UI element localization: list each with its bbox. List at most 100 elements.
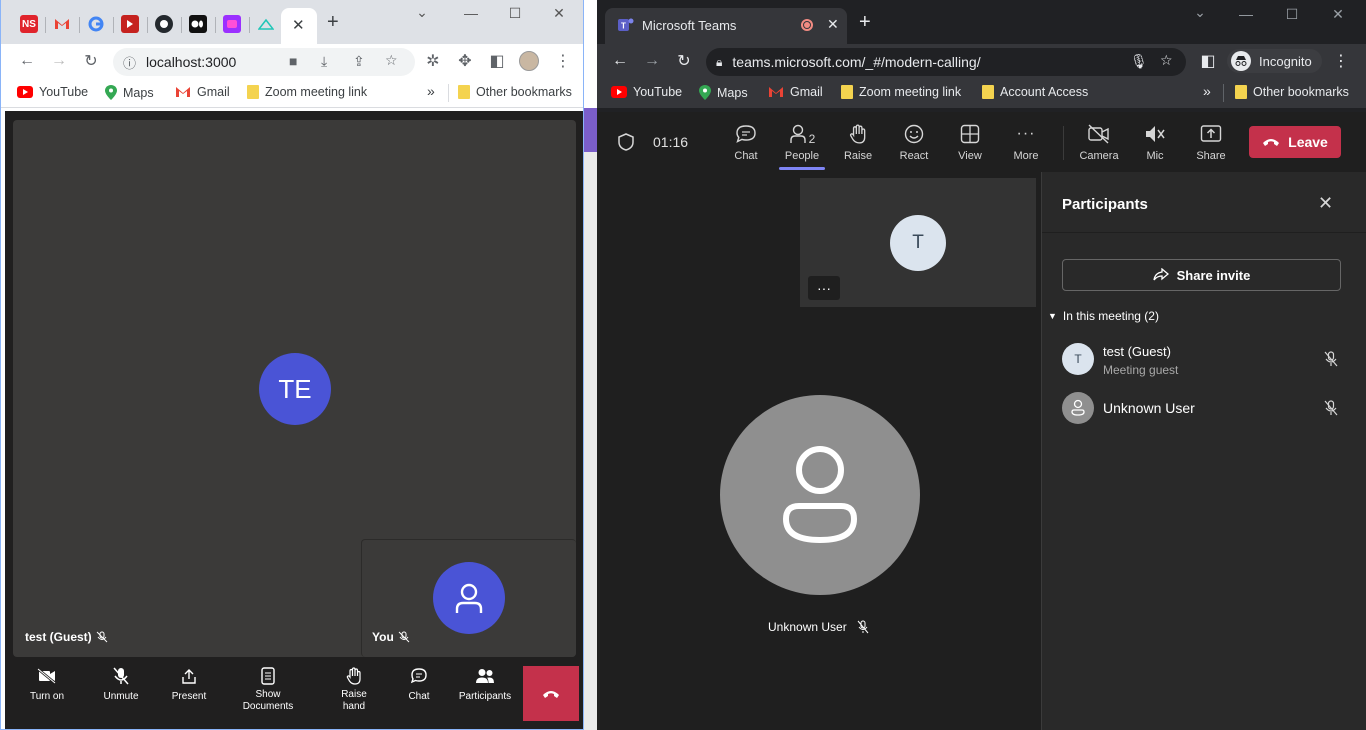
side-panel-icon[interactable]: ◧	[487, 51, 507, 71]
minimize-icon[interactable]: —	[1233, 6, 1259, 22]
other-bookmarks[interactable]: Other bookmarks	[1235, 85, 1349, 99]
menu-icon[interactable]: ⋮	[553, 51, 573, 71]
view-button[interactable]: View	[945, 122, 995, 162]
new-tab-icon[interactable]: +	[859, 11, 871, 34]
video-off-icon	[37, 668, 56, 684]
install-icon[interactable]: ⤓	[321, 53, 327, 70]
close-tab-icon[interactable]: ✕	[827, 16, 839, 33]
tab-github[interactable]	[155, 15, 173, 33]
share-icon	[1152, 268, 1169, 281]
bookmark-maps[interactable]: Maps	[699, 85, 748, 100]
incognito-badge[interactable]: Incognito	[1227, 49, 1322, 73]
lock-icon[interactable]: 🔒︎	[716, 55, 722, 70]
share-screen-icon	[1200, 125, 1222, 142]
extension-bug-icon[interactable]: ✲	[423, 51, 443, 71]
other-bookmarks[interactable]: Other bookmarks	[458, 85, 572, 99]
bookmark-zoom-link[interactable]: Zoom meeting link	[247, 85, 367, 99]
close-panel-icon[interactable]: ✕	[1318, 193, 1333, 214]
tab-google[interactable]	[87, 15, 105, 33]
tile-more-button[interactable]: ···	[808, 276, 840, 300]
bookmark-gmail[interactable]: Gmail	[768, 85, 823, 99]
bookmark-maps[interactable]: Maps	[105, 85, 154, 100]
bookmark-account-access[interactable]: Account Access	[982, 85, 1088, 99]
info-icon[interactable]: ⓘ	[123, 53, 136, 72]
forward-icon[interactable]: →	[49, 51, 69, 71]
tab-medium[interactable]	[189, 15, 207, 33]
people-icon	[476, 669, 494, 683]
chat-button[interactable]: Chat	[399, 665, 439, 703]
minimize-icon[interactable]: —	[458, 5, 484, 21]
raise-hand-button[interactable]: Raise	[833, 122, 883, 162]
self-avatar	[433, 562, 505, 634]
back-icon[interactable]: ←	[17, 51, 37, 71]
bookmark-zoom-link[interactable]: Zoom meeting link	[841, 85, 961, 99]
star-icon[interactable]: ☆	[385, 52, 398, 69]
left-browser-window: NS ✕ + ⌄ — ☐ ✕ ← → ↻ ⓘ localhost:3000 ■ …	[0, 0, 584, 730]
bookmark-gmail[interactable]: Gmail	[175, 85, 230, 99]
gmail-icon	[176, 87, 190, 97]
profile-avatar[interactable]	[519, 51, 539, 71]
close-window-icon[interactable]: ✕	[1325, 6, 1351, 23]
back-icon[interactable]: ←	[610, 51, 630, 71]
tab-teams-bookmark[interactable]	[223, 15, 241, 33]
maximize-icon[interactable]: ☐	[502, 5, 528, 22]
camera-blocked-icon[interactable]: ■	[289, 53, 297, 69]
share-icon[interactable]: ⇪	[353, 53, 365, 70]
forward-icon[interactable]: →	[642, 51, 662, 71]
camera-button[interactable]: Camera	[1074, 122, 1124, 162]
show-documents-button[interactable]: Show Documents	[235, 665, 301, 713]
bookmarks-overflow[interactable]: »	[1203, 83, 1211, 99]
maximize-icon[interactable]: ☐	[1279, 6, 1305, 23]
teams-tab[interactable]: T Microsoft Teams ✕	[605, 8, 847, 44]
more-button[interactable]: ··· More	[1001, 122, 1051, 162]
new-tab-icon[interactable]: +	[327, 11, 339, 34]
present-button[interactable]: Present	[167, 665, 211, 703]
bookmark-youtube[interactable]: YouTube	[611, 85, 682, 99]
video-off-icon	[1088, 124, 1109, 144]
reload-icon[interactable]: ↻	[81, 51, 101, 71]
people-button[interactable]: 2 People	[777, 122, 827, 170]
mic-button[interactable]: Mic	[1130, 122, 1180, 162]
close-window-icon[interactable]: ✕	[546, 5, 572, 22]
close-tab-icon[interactable]: ✕	[292, 16, 305, 34]
leave-button[interactable]: Leave	[1249, 126, 1341, 158]
person-icon	[789, 124, 806, 143]
bookmark-youtube[interactable]: YouTube	[17, 85, 88, 99]
raise-hand-button[interactable]: Raise hand	[331, 665, 377, 713]
participant-row[interactable]: T test (Guest) Meeting guest	[1062, 340, 1342, 380]
star-icon[interactable]: ☆	[1160, 52, 1173, 69]
hang-up-button[interactable]	[523, 666, 579, 721]
mic-off-icon	[857, 620, 869, 634]
meeting-timer: 01:16	[653, 134, 689, 150]
panel-title: Participants	[1062, 196, 1148, 213]
share-button[interactable]: Share	[1186, 122, 1236, 162]
participants-button[interactable]: Participants	[457, 665, 513, 703]
tab-search-icon[interactable]: ⌄	[409, 4, 435, 21]
turn-on-camera-button[interactable]: Turn on	[25, 665, 69, 703]
share-invite-button[interactable]: Share invite	[1062, 259, 1341, 291]
mic-icon[interactable]: 🎙︎	[1130, 53, 1148, 70]
mic-off-icon	[96, 631, 108, 643]
participant-row[interactable]: Unknown User	[1062, 390, 1342, 430]
unmute-button[interactable]: Unmute	[99, 665, 143, 703]
side-panel-icon[interactable]: ◧	[1198, 51, 1218, 71]
active-tab[interactable]: ✕	[281, 8, 317, 44]
react-button[interactable]: React	[889, 122, 939, 162]
menu-icon[interactable]: ⋮	[1331, 51, 1351, 71]
tab-gmail[interactable]	[53, 15, 71, 33]
address-bar[interactable]: 🔒︎ teams.microsoft.com/_#/modern-calling…	[706, 48, 1186, 76]
page-icon	[982, 85, 994, 99]
extensions-icon[interactable]: ✥	[455, 51, 475, 71]
reload-icon[interactable]: ↻	[674, 51, 694, 71]
bookmarks-overflow[interactable]: »	[427, 83, 435, 99]
in-meeting-section[interactable]: ▼ In this meeting (2)	[1048, 309, 1159, 323]
address-bar[interactable]: ⓘ localhost:3000 ■ ⤓ ⇪ ☆	[113, 48, 415, 76]
mic-off-icon	[398, 631, 410, 643]
chat-button[interactable]: Chat	[721, 122, 771, 162]
share-up-icon	[182, 669, 196, 684]
hand-icon	[849, 124, 866, 144]
tab-netlify[interactable]	[257, 15, 275, 33]
tab-search-icon[interactable]: ⌄	[1187, 4, 1213, 21]
tab-ns[interactable]: NS	[20, 15, 38, 33]
tab-app[interactable]	[121, 15, 139, 33]
